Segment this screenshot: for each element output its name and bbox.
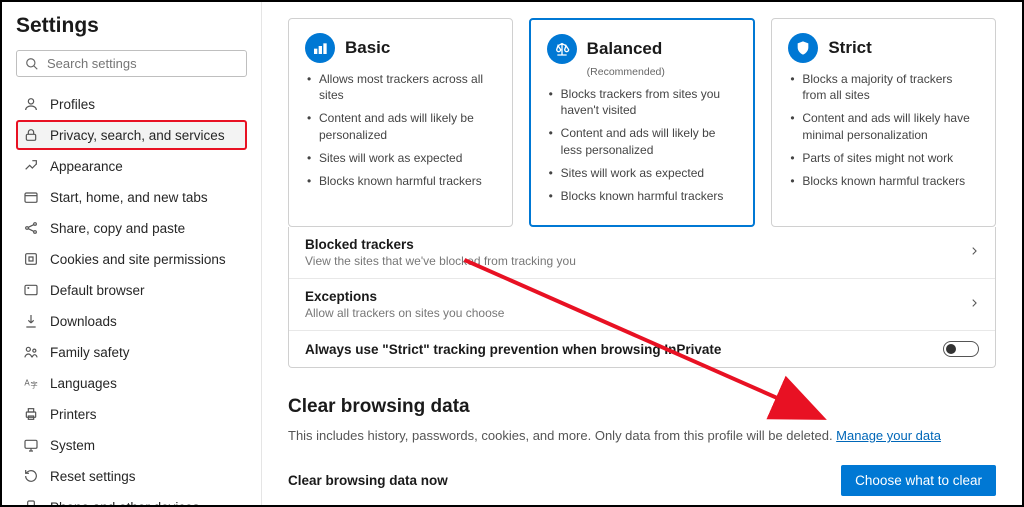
nav-languages[interactable]: A字 Languages xyxy=(16,368,247,398)
card-bullet: Blocks known harmful trackers xyxy=(547,188,738,204)
row-desc: Allow all trackers on sites you choose xyxy=(305,306,504,320)
settings-main: Basic Allows most trackers across all si… xyxy=(262,2,1022,505)
nav-phone[interactable]: Phone and other devices xyxy=(16,492,247,505)
strict-icon xyxy=(788,33,818,63)
card-bullet: Sites will work as expected xyxy=(305,150,496,166)
tracking-card-strict[interactable]: Strict Blocks a majority of trackers fro… xyxy=(771,18,996,227)
row-strict-inprivate[interactable]: Always use "Strict" tracking prevention … xyxy=(289,330,995,367)
profile-icon xyxy=(22,95,40,113)
card-subtitle: (Recommended) xyxy=(587,66,738,78)
tabs-icon xyxy=(22,188,40,206)
nav-label: Languages xyxy=(50,376,117,391)
tracking-rows: Blocked trackers View the sites that we'… xyxy=(288,227,996,368)
row-blocked-trackers[interactable]: Blocked trackers View the sites that we'… xyxy=(289,227,995,278)
printer-icon xyxy=(22,405,40,423)
card-bullet: Content and ads will likely be less pers… xyxy=(547,125,738,157)
reset-icon xyxy=(22,467,40,485)
nav-label: Default browser xyxy=(50,283,145,298)
nav-downloads[interactable]: Downloads xyxy=(16,306,247,336)
svg-text:字: 字 xyxy=(30,381,37,390)
nav-share[interactable]: Share, copy and paste xyxy=(16,213,247,243)
settings-sidebar: Settings Profiles Privacy, search, and s… xyxy=(2,2,262,505)
search-input[interactable] xyxy=(47,56,238,71)
card-bullet: Sites will work as expected xyxy=(547,165,738,181)
clear-now-row: Clear browsing data now Choose what to c… xyxy=(288,465,996,496)
nav-label: Family safety xyxy=(50,345,130,360)
card-title: Strict xyxy=(828,38,871,58)
search-settings-box[interactable] xyxy=(16,50,247,77)
nav-start[interactable]: Start, home, and new tabs xyxy=(16,182,247,212)
nav-label: Profiles xyxy=(50,97,95,112)
nav-privacy[interactable]: Privacy, search, and services xyxy=(16,120,247,150)
nav-appearance[interactable]: Appearance xyxy=(16,151,247,181)
nav-label: Appearance xyxy=(50,159,123,174)
card-bullet: Content and ads will likely have minimal… xyxy=(788,110,979,142)
nav-label: Share, copy and paste xyxy=(50,221,185,236)
family-icon xyxy=(22,343,40,361)
tracking-card-balanced[interactable]: Balanced (Recommended) Blocks trackers f… xyxy=(529,18,756,227)
tracking-card-basic[interactable]: Basic Allows most trackers across all si… xyxy=(288,18,513,227)
row-title: Exceptions xyxy=(305,289,504,304)
section-description: This includes history, passwords, cookie… xyxy=(288,428,996,443)
card-bullet: Allows most trackers across all sites xyxy=(305,71,496,103)
nav-label: Privacy, search, and services xyxy=(50,128,225,143)
svg-text:A: A xyxy=(24,379,30,388)
browser-icon xyxy=(22,281,40,299)
nav-system[interactable]: System xyxy=(16,430,247,460)
nav-label: Reset settings xyxy=(50,469,136,484)
row-exceptions[interactable]: Exceptions Allow all trackers on sites y… xyxy=(289,278,995,330)
card-bullet: Parts of sites might not work xyxy=(788,150,979,166)
nav-cookies[interactable]: Cookies and site permissions xyxy=(16,244,247,274)
share-icon xyxy=(22,219,40,237)
nav-label: Start, home, and new tabs xyxy=(50,190,208,205)
nav-label: Phone and other devices xyxy=(50,500,199,506)
nav-label: Printers xyxy=(50,407,97,422)
appearance-icon xyxy=(22,157,40,175)
card-bullet: Blocks a majority of trackers from all s… xyxy=(788,71,979,103)
nav-printers[interactable]: Printers xyxy=(16,399,247,429)
phone-icon xyxy=(22,498,40,505)
tracking-cards: Basic Allows most trackers across all si… xyxy=(288,18,996,227)
nav-label: Cookies and site permissions xyxy=(50,252,226,267)
lock-icon xyxy=(22,126,40,144)
section-heading: Clear browsing data xyxy=(288,396,996,418)
download-icon xyxy=(22,312,40,330)
row-title: Always use "Strict" tracking prevention … xyxy=(305,342,721,357)
toggle-strict-inprivate[interactable] xyxy=(943,341,979,357)
nav-default-browser[interactable]: Default browser xyxy=(16,275,247,305)
clear-now-label: Clear browsing data now xyxy=(288,473,448,488)
card-bullet: Blocks known harmful trackers xyxy=(305,173,496,189)
nav-label: Downloads xyxy=(50,314,117,329)
nav-family[interactable]: Family safety xyxy=(16,337,247,367)
settings-title: Settings xyxy=(16,14,247,38)
search-icon xyxy=(25,57,39,71)
chevron-right-icon xyxy=(969,296,979,313)
card-bullet: Blocks trackers from sites you haven't v… xyxy=(547,86,738,118)
languages-icon: A字 xyxy=(22,374,40,392)
nav-profiles[interactable]: Profiles xyxy=(16,89,247,119)
cookies-icon xyxy=(22,250,40,268)
manage-your-data-link[interactable]: Manage your data xyxy=(836,428,941,443)
system-icon xyxy=(22,436,40,454)
clear-browsing-data-section: Clear browsing data This includes histor… xyxy=(288,396,996,505)
settings-nav: Profiles Privacy, search, and services A… xyxy=(16,89,247,505)
row-title: Blocked trackers xyxy=(305,237,576,252)
choose-what-to-clear-button[interactable]: Choose what to clear xyxy=(841,465,996,496)
nav-label: System xyxy=(50,438,95,453)
card-title: Basic xyxy=(345,38,390,58)
card-bullet: Content and ads will likely be personali… xyxy=(305,110,496,142)
row-desc: View the sites that we've blocked from t… xyxy=(305,254,576,268)
balanced-icon xyxy=(547,34,577,64)
card-title: Balanced xyxy=(587,39,663,59)
basic-icon xyxy=(305,33,335,63)
chevron-right-icon xyxy=(969,244,979,261)
card-bullet: Blocks known harmful trackers xyxy=(788,173,979,189)
nav-reset[interactable]: Reset settings xyxy=(16,461,247,491)
